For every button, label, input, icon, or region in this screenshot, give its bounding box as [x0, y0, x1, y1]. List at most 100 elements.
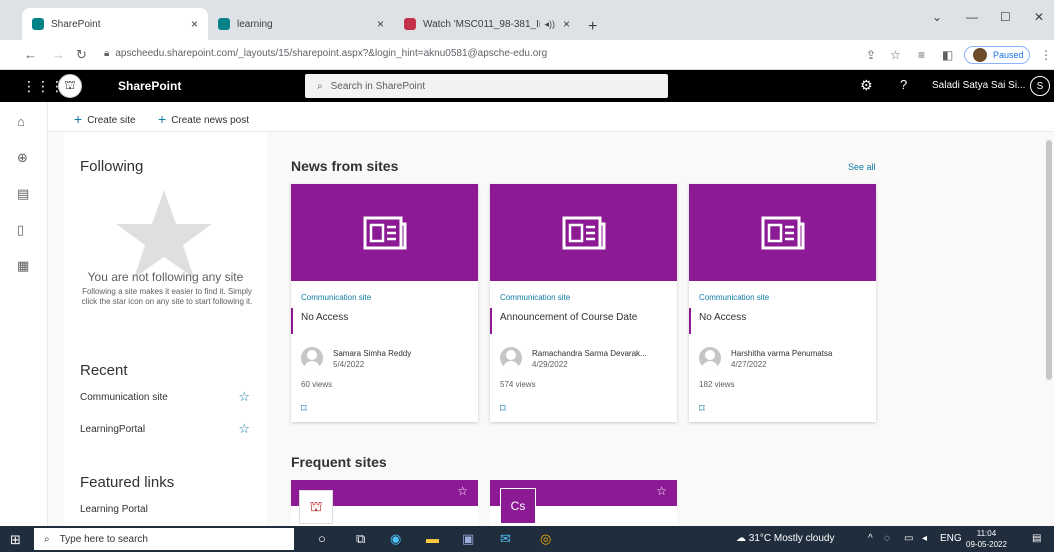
forward-icon[interactable]: →	[52, 47, 65, 62]
network-icon[interactable]: ◌	[884, 533, 890, 544]
avatar	[973, 48, 987, 62]
plus-icon: +	[158, 111, 167, 127]
windows-start-icon[interactable]: ⊞	[10, 532, 21, 548]
news-views: 182 views	[699, 380, 735, 389]
volume-icon[interactable]: ◂	[922, 533, 927, 544]
share-icon[interactable]: ⇪	[866, 48, 876, 62]
author-avatar	[699, 347, 721, 369]
create-site-button[interactable]: + Create site	[74, 111, 136, 127]
save-for-later-icon[interactable]: ⌑	[301, 402, 307, 415]
recent-item[interactable]: Communication site ☆	[80, 389, 250, 405]
follow-star-icon[interactable]: ☆	[238, 389, 250, 405]
news-card[interactable]: Communication site No Access Harshitha v…	[689, 184, 876, 422]
recent-heading: Recent	[80, 362, 128, 379]
reload-icon[interactable]: ↻	[76, 47, 87, 63]
frequent-sites-heading: Frequent sites	[291, 454, 387, 470]
search-icon: ⌕	[44, 533, 50, 545]
follow-star-icon[interactable]: ☆	[656, 484, 667, 498]
battery-icon[interactable]: ▭	[904, 533, 913, 544]
star-icon	[116, 190, 212, 278]
notifications-icon[interactable]: ▤	[1032, 533, 1041, 544]
news-heading: News from sites	[291, 158, 399, 174]
chrome-icon[interactable]: ◎	[540, 531, 551, 547]
news-author: Samara Simha Reddy	[333, 349, 412, 358]
close-window-icon[interactable]: ✕	[1034, 10, 1044, 24]
audio-playing-icon[interactable]: ◂))	[544, 19, 555, 30]
url-field[interactable]: 🔒︎ apscheedu.sharepoint.com/_layouts/15/s…	[104, 48, 547, 59]
close-tab-icon[interactable]: ×	[191, 17, 198, 31]
news-site-link[interactable]: Communication site	[301, 293, 371, 302]
store-icon[interactable]: ▣	[462, 531, 474, 547]
sharepoint-favicon-icon	[218, 18, 230, 30]
see-all-link[interactable]: See all	[848, 162, 876, 172]
minimize-icon[interactable]: —	[966, 10, 978, 24]
news-site-link[interactable]: Communication site	[500, 293, 570, 302]
news-title[interactable]: Announcement of Course Date	[500, 312, 637, 323]
news-views: 574 views	[500, 380, 536, 389]
newspaper-icon	[363, 216, 407, 250]
recent-item[interactable]: LearningPortal ☆	[80, 421, 250, 437]
follow-star-icon[interactable]: ☆	[457, 484, 468, 498]
news-card[interactable]: Communication site Announcement of Cours…	[490, 184, 677, 422]
frequent-site-card[interactable]: ☆ Cs	[490, 480, 677, 526]
mail-icon[interactable]: ✉	[500, 531, 511, 547]
task-view-icon[interactable]: ⧉	[356, 531, 365, 547]
lists-icon[interactable]: ▦	[17, 258, 29, 274]
profile-button[interactable]: Paused	[964, 46, 1030, 64]
address-bar: ← → ↻ 🔒︎ apscheedu.sharepoint.com/_layout…	[0, 40, 1054, 70]
page-scrollbar[interactable]	[1046, 140, 1052, 380]
user-name[interactable]: Saladi Satya Sai Si...	[932, 80, 1025, 91]
bookmark-star-icon[interactable]: ☆	[890, 48, 901, 62]
user-avatar[interactable]: S	[1030, 76, 1050, 96]
home-icon[interactable]: ⌂	[17, 114, 25, 129]
back-icon[interactable]: ←	[24, 47, 37, 62]
maximize-icon[interactable]: ☐	[1000, 10, 1011, 24]
taskbar-search-input[interactable]: ⌕ Type here to search	[34, 528, 294, 550]
side-panel-icon[interactable]: ◧	[942, 48, 953, 62]
news-icon[interactable]: ▤	[17, 186, 29, 202]
app-name[interactable]: SharePoint	[118, 79, 181, 93]
tab-sharepoint[interactable]: SharePoint ×	[22, 8, 208, 40]
search-input[interactable]: ⌕ Search in SharePoint	[305, 74, 668, 98]
plus-icon: +	[74, 111, 83, 127]
help-icon[interactable]: ?	[900, 77, 907, 92]
search-icon: ⌕	[317, 80, 323, 92]
language-indicator[interactable]: ENG	[940, 533, 962, 544]
frequent-site-card[interactable]: ☆ ⛫	[291, 480, 478, 526]
save-for-later-icon[interactable]: ⌑	[500, 402, 506, 415]
author-avatar	[301, 347, 323, 369]
tab-learning[interactable]: learning ×	[208, 8, 394, 40]
left-pane: Following You are not following any site…	[64, 132, 267, 526]
cortana-icon[interactable]: ○	[318, 531, 326, 546]
news-title[interactable]: No Access	[699, 312, 746, 323]
tray-chevron-icon[interactable]: ^	[868, 533, 873, 544]
news-date: 5/4/2022	[333, 360, 365, 369]
news-banner	[490, 184, 677, 281]
featured-links-heading: Featured links	[80, 474, 175, 491]
news-title[interactable]: No Access	[301, 312, 348, 323]
tab-search-icon[interactable]: ⌄	[932, 10, 942, 24]
accent-bar	[291, 308, 293, 334]
suite-bar: ⋮⋮⋮ ⛫ SharePoint ⌕ Search in SharePoint …	[0, 70, 1054, 102]
featured-link[interactable]: Learning Portal	[80, 504, 250, 515]
tab-watch[interactable]: Watch 'MSC011_98-381_Intro ◂)) ×	[394, 8, 580, 40]
reading-list-icon[interactable]: ≡	[918, 48, 925, 62]
weather-widget[interactable]: ☁ 31°C Mostly cloudy	[736, 533, 834, 544]
close-tab-icon[interactable]: ×	[563, 17, 570, 31]
file-explorer-icon[interactable]: ▬	[426, 531, 439, 546]
news-card[interactable]: Communication site No Access Samara Simh…	[291, 184, 478, 422]
menu-dots-icon[interactable]: ⋮	[1040, 48, 1052, 62]
close-tab-icon[interactable]: ×	[377, 17, 384, 31]
cloud-icon: ☁	[736, 533, 749, 544]
create-news-post-button[interactable]: + Create news post	[158, 111, 249, 127]
org-logo-icon[interactable]: ⛫	[58, 74, 82, 98]
news-site-link[interactable]: Communication site	[699, 293, 769, 302]
system-clock[interactable]: 11:04 09-05-2022	[966, 528, 1007, 550]
save-for-later-icon[interactable]: ⌑	[699, 402, 705, 415]
document-icon[interactable]: ▯	[17, 222, 24, 238]
globe-icon[interactable]: ⊕	[17, 150, 28, 166]
new-tab-button[interactable]: +	[588, 18, 597, 36]
edge-icon[interactable]: ◉	[390, 531, 401, 547]
follow-star-icon[interactable]: ☆	[238, 421, 250, 437]
settings-gear-icon[interactable]: ⚙	[860, 77, 873, 94]
